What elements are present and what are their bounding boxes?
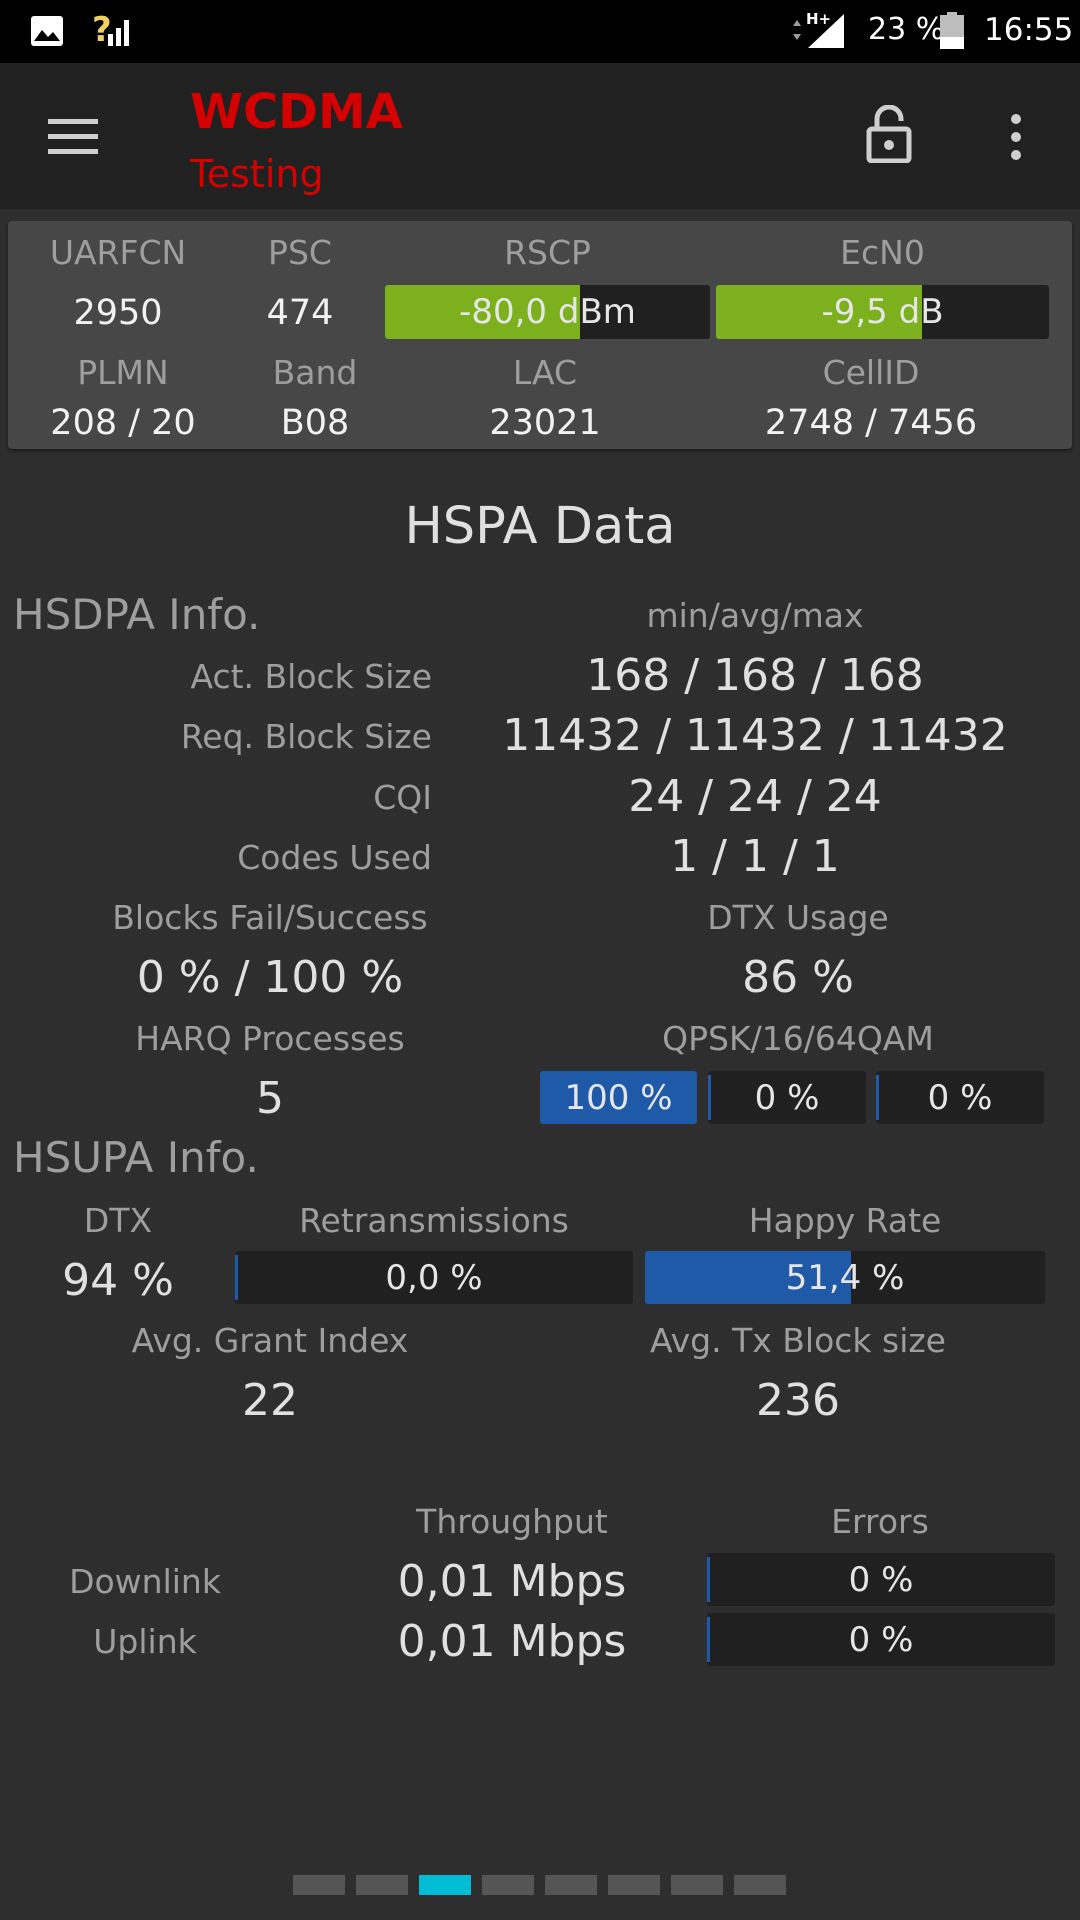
dtx-usage-value: 86 % — [742, 952, 854, 1003]
codes-used-label: Codes Used — [237, 838, 432, 877]
avg-tx-block-size-value: 236 — [756, 1375, 840, 1426]
uarfcn-label: UARFCN — [49, 233, 187, 272]
battery-percent: 23 % — [868, 12, 945, 47]
happy-rate-value: 51,4 % — [785, 1257, 905, 1298]
app-subtitle: Testing — [190, 152, 324, 196]
modulation-label: QPSK/16/64QAM — [662, 1019, 934, 1058]
uplink-errors-value: 0 % — [848, 1619, 914, 1660]
image-notification-icon — [30, 15, 64, 47]
hsdpa-stats-header: min/avg/max — [646, 596, 864, 635]
psc-label: PSC — [268, 233, 332, 272]
page-dot[interactable] — [608, 1875, 660, 1895]
signal-icon: ? — [92, 10, 132, 50]
page-dot[interactable] — [545, 1875, 597, 1895]
uplink-label: Uplink — [93, 1622, 197, 1661]
downlink-label: Downlink — [69, 1562, 221, 1601]
plmn-label: PLMN — [77, 353, 169, 392]
retransmissions-value: 0,0 % — [385, 1257, 483, 1298]
battery-icon — [939, 12, 965, 50]
page-title: HSPA Data — [404, 497, 676, 556]
hsupa-dtx-label: DTX — [83, 1201, 153, 1240]
rscp-label: RSCP — [504, 233, 591, 272]
dtx-usage-label: DTX Usage — [707, 898, 889, 937]
cellid-value: 2748 / 7456 — [764, 403, 978, 443]
cellid-label: CellID — [822, 353, 920, 392]
hsupa-dtx-value: 94 % — [62, 1255, 174, 1306]
avg-grant-index-value: 22 — [242, 1375, 298, 1426]
page-dot[interactable] — [356, 1875, 408, 1895]
clock: 16:55 — [984, 12, 1074, 48]
blocks-fail-success-label: Blocks Fail/Success — [112, 898, 428, 937]
lac-value: 23021 — [489, 403, 601, 443]
happy-rate-bar: 51,4 % — [645, 1251, 1045, 1304]
network-signal-icon: H+ — [790, 10, 845, 52]
harq-processes-value: 5 — [256, 1073, 284, 1124]
hsdpa-header: HSDPA Info. — [13, 590, 261, 639]
menu-icon[interactable] — [48, 117, 98, 157]
uarfcn-value: 2950 — [73, 293, 163, 333]
avg-tx-block-size-label: Avg. Tx Block size — [649, 1321, 946, 1360]
psc-value: 474 — [266, 293, 334, 333]
downlink-errors-bar: 0 % — [707, 1553, 1055, 1606]
app-bar: WCDMA Testing — [0, 63, 1080, 209]
errors-header: Errors — [831, 1502, 929, 1541]
plmn-value: 208 / 20 — [50, 403, 196, 443]
status-bar: ? H+ 23 % 16:55 — [0, 0, 1080, 63]
page-dot[interactable] — [293, 1875, 345, 1895]
rscp-bar: -80,0 dBm — [385, 285, 710, 339]
ecn0-bar: -9,5 dB — [716, 285, 1049, 339]
harq-processes-label: HARQ Processes — [135, 1019, 405, 1058]
page-dot[interactable] — [482, 1875, 534, 1895]
act-block-size-label: Act. Block Size — [190, 657, 432, 696]
page-dot[interactable] — [671, 1875, 723, 1895]
hsupa-header: HSUPA Info. — [13, 1133, 259, 1182]
qam64-bar: 0 % — [876, 1071, 1044, 1124]
codes-used-value: 1 / 1 / 1 — [670, 831, 840, 882]
act-block-size-value: 168 / 168 / 168 — [586, 650, 924, 701]
uplink-throughput-value: 0,01 Mbps — [397, 1616, 627, 1667]
qpsk-bar: 100 % — [540, 1071, 697, 1124]
uplink-errors-bar: 0 % — [707, 1613, 1055, 1666]
lac-label: LAC — [512, 353, 578, 392]
req-block-size-label: Req. Block Size — [180, 717, 432, 756]
page-dot[interactable] — [734, 1875, 786, 1895]
happy-rate-label: Happy Rate — [748, 1201, 942, 1240]
qam64-value: 0 % — [927, 1077, 993, 1118]
app-title: WCDMA — [190, 84, 403, 140]
downlink-errors-value: 0 % — [848, 1559, 914, 1600]
band-label: Band — [272, 353, 358, 392]
ecn0-value: -9,5 dB — [821, 292, 944, 332]
throughput-header: Throughput — [416, 1502, 608, 1541]
retransmissions-bar: 0,0 % — [235, 1251, 633, 1304]
ecn0-label: EcN0 — [840, 233, 925, 272]
qpsk-value: 100 % — [564, 1077, 673, 1118]
rscp-value: -80,0 dBm — [459, 292, 636, 332]
req-block-size-value: 11432 / 11432 / 11432 — [502, 710, 1008, 761]
qam16-value: 0 % — [754, 1077, 820, 1118]
retransmissions-label: Retransmissions — [299, 1201, 569, 1240]
qam16-bar: 0 % — [708, 1071, 866, 1124]
avg-grant-index-label: Avg. Grant Index — [131, 1321, 409, 1360]
cqi-value: 24 / 24 / 24 — [628, 771, 882, 822]
downlink-throughput-value: 0,01 Mbps — [397, 1556, 627, 1607]
lock-open-icon[interactable] — [866, 104, 912, 164]
blocks-fail-success-value: 0 % / 100 % — [136, 952, 404, 1003]
more-options-icon[interactable] — [1004, 113, 1028, 161]
band-value: B08 — [280, 403, 350, 443]
cqi-label: CQI — [373, 778, 432, 817]
page-dot[interactable] — [419, 1875, 471, 1895]
